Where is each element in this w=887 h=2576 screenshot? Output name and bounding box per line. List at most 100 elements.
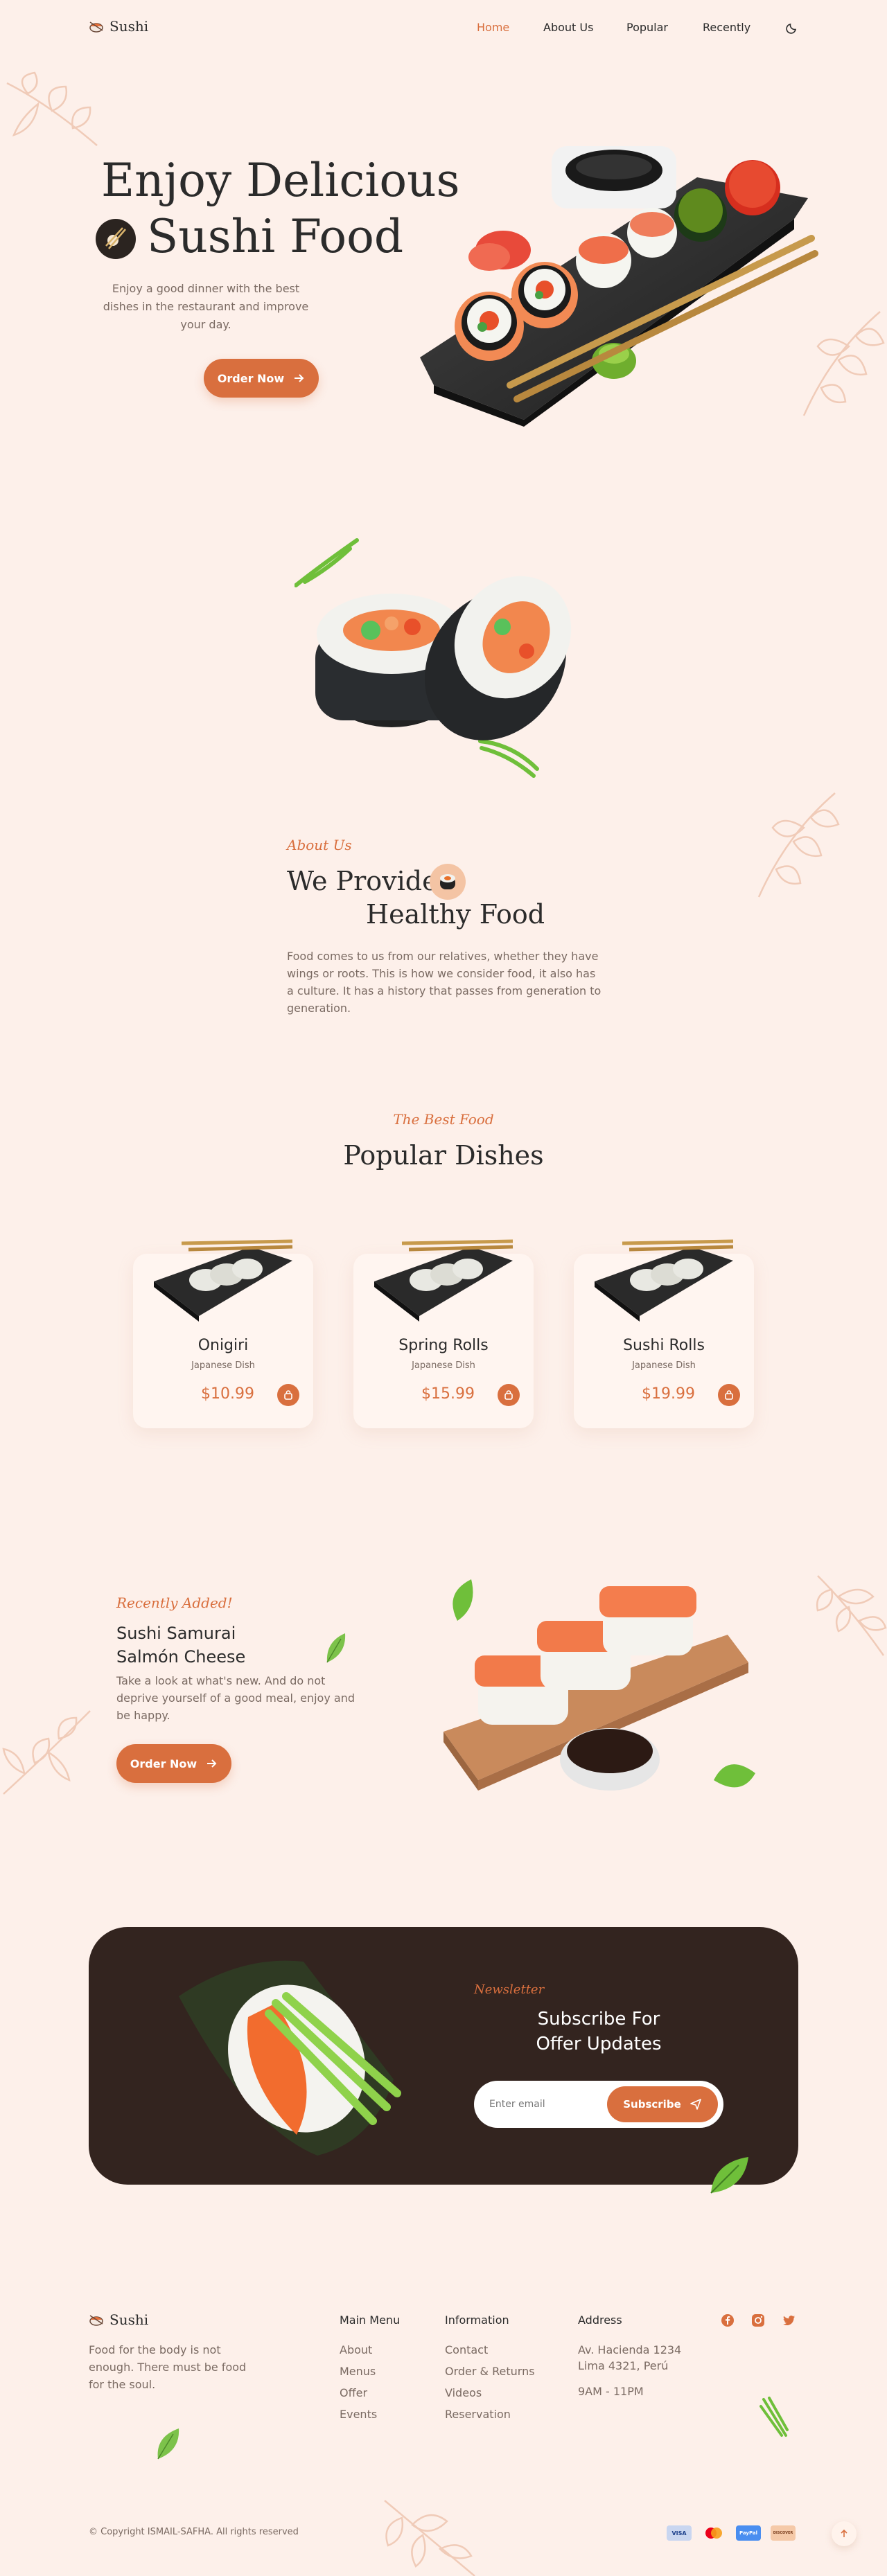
add-to-cart-button[interactable]	[718, 1384, 740, 1406]
footer-col-title: Main Menu	[340, 2313, 401, 2327]
popular-kicker: The Best Food	[393, 1111, 494, 1128]
dish-price: $10.99	[201, 1385, 254, 1403]
leaf-decoration-icon	[2, 1710, 91, 1795]
newsletter-title-line1: Subscribe For	[537, 2009, 660, 2029]
moon-icon[interactable]	[786, 21, 798, 34]
leaf-icon	[157, 2428, 179, 2460]
sushi-platter-image	[420, 146, 818, 427]
footer-link-events[interactable]: Events	[340, 2408, 400, 2421]
recently-kicker: Recently Added!	[116, 1595, 233, 1611]
dish-card-onigiri[interactable]: Onigiri Japanese Dish $10.99	[133, 1239, 313, 1428]
footer-address-line1: Av. Hacienda 1234	[578, 2343, 682, 2356]
shopping-bag-icon	[504, 1390, 513, 1400]
copyright: © Copyright ISMAIL-SAFHA. All rights res…	[89, 2527, 299, 2537]
newsletter-title-line2: Offer Updates	[536, 2034, 662, 2054]
dish-card-sushi-rolls[interactable]: Sushi Rolls Japanese Dish $19.99	[574, 1239, 754, 1428]
footer-link-contact[interactable]: Contact	[445, 2343, 535, 2356]
footer-link-menus[interactable]: Menus	[340, 2365, 400, 2378]
dish-image	[154, 1239, 293, 1322]
dish-subtitle: Japanese Dish	[191, 1360, 255, 1371]
hero-order-now-label: Order Now	[217, 371, 285, 385]
subscribe-label: Subscribe	[623, 2098, 681, 2111]
leaf-icon	[326, 1633, 346, 1663]
footer-brand-name: Sushi	[109, 2311, 149, 2328]
sushi-logo-icon	[89, 2315, 103, 2326]
recently-description: Take a look at what's new. And do not de…	[116, 1674, 355, 1722]
hero-description: Enjoy a good dinner with the best dishes…	[103, 282, 309, 331]
sushi-roll-icon	[440, 874, 455, 889]
arrow-right-icon	[207, 1759, 217, 1768]
herb-icon	[759, 2397, 789, 2437]
newsletter-section: Newsletter Subscribe For Offer Updates S…	[89, 1927, 798, 2185]
recently-title-line2: Salmón Cheese	[116, 1647, 246, 1667]
footer-tagline: Food for the body is not enough. There m…	[89, 2343, 247, 2391]
dish-price: $15.99	[421, 1385, 475, 1403]
scroll-to-top-button[interactable]	[832, 2521, 857, 2546]
subscribe-button[interactable]: Subscribe	[607, 2086, 718, 2122]
dish-image	[374, 1239, 513, 1322]
about-title-line1: We Provide	[287, 866, 438, 896]
visa-icon: VISA	[667, 2525, 692, 2541]
hero-title-line2: Sushi Food	[147, 210, 404, 263]
facebook-icon[interactable]	[721, 2313, 735, 2327]
shopping-bag-icon	[284, 1390, 292, 1400]
recently-title-line1: Sushi Samurai	[116, 1624, 236, 1643]
leaf-decoration-icon	[757, 792, 840, 898]
dish-card-spring-rolls[interactable]: Spring Rolls Japanese Dish $15.99	[353, 1239, 534, 1428]
payment-methods: VISA PayPal DISCOVER	[667, 2525, 796, 2541]
footer-col-main-menu: Main Menu About Menus Offer Events	[340, 2313, 400, 2421]
dish-image	[595, 1239, 734, 1322]
shopping-bag-icon	[725, 1390, 733, 1400]
instagram-icon[interactable]	[751, 2313, 765, 2327]
leaf-decoration-icon	[816, 1575, 887, 1656]
brand-name: Sushi	[109, 18, 149, 35]
recently-order-now-button[interactable]: Order Now	[116, 1744, 231, 1783]
dish-price: $19.99	[642, 1385, 695, 1403]
add-to-cart-button[interactable]	[277, 1384, 299, 1406]
nav-item-recently[interactable]: Recently	[703, 21, 750, 34]
discover-icon: DISCOVER	[771, 2525, 796, 2541]
footer-col-information: Information Contact Order & Returns Vide…	[445, 2313, 535, 2421]
send-icon	[690, 2099, 701, 2110]
dish-name: Sushi Rolls	[623, 1337, 705, 1354]
paypal-icon: PayPal	[736, 2525, 761, 2541]
about-description: Food comes to us from our relatives, whe…	[287, 950, 601, 1015]
footer-link-videos[interactable]: Videos	[445, 2386, 535, 2399]
nav-item-popular[interactable]: Popular	[626, 21, 668, 34]
recently-order-now-label: Order Now	[130, 1757, 197, 1770]
header: Sushi Home About Us Popular Recently	[0, 0, 887, 55]
nav-item-home[interactable]: Home	[477, 21, 509, 34]
mastercard-icon	[705, 2528, 722, 2539]
sushi-roll-pair-image	[295, 538, 572, 778]
leaf-decoration-icon	[6, 71, 98, 146]
footer-col-title: Information	[445, 2313, 509, 2327]
dish-name: Onigiri	[197, 1337, 249, 1354]
sushi-logo-icon	[89, 21, 103, 33]
chopsticks-icon	[105, 227, 126, 249]
hand-roll-image	[179, 1960, 401, 2156]
hero-order-now-button[interactable]: Order Now	[204, 359, 319, 398]
footer-hours: 9AM - 11PM	[578, 2385, 644, 2398]
add-to-cart-button[interactable]	[498, 1384, 520, 1406]
footer-link-reservation[interactable]: Reservation	[445, 2408, 535, 2421]
dish-subtitle: Japanese Dish	[412, 1360, 475, 1371]
salmon-sushi-board-image	[444, 1579, 755, 1791]
about-kicker: About Us	[287, 837, 352, 853]
twitter-icon[interactable]	[782, 2313, 796, 2327]
chopsticks-badge	[96, 219, 136, 259]
brand-logo[interactable]: Sushi	[89, 18, 148, 35]
email-input[interactable]	[489, 2093, 614, 2115]
subscribe-form: Subscribe	[474, 2081, 723, 2128]
popular-title: Popular Dishes	[343, 1140, 544, 1171]
newsletter-kicker: Newsletter	[474, 1982, 545, 1997]
sushi-badge	[430, 864, 466, 900]
footer-link-offer[interactable]: Offer	[340, 2386, 400, 2399]
footer-col-address: Address Av. Hacienda 1234 Lima 4321, Per…	[578, 2313, 681, 2398]
footer-brand[interactable]: Sushi	[89, 2311, 148, 2328]
nav-item-about-us[interactable]: About Us	[543, 21, 593, 34]
footer-link-about[interactable]: About	[340, 2343, 400, 2356]
arrow-right-icon	[295, 374, 304, 382]
leaf-icon	[710, 2157, 748, 2194]
dish-name: Spring Rolls	[398, 1337, 489, 1354]
footer-link-order-returns[interactable]: Order & Returns	[445, 2365, 535, 2378]
